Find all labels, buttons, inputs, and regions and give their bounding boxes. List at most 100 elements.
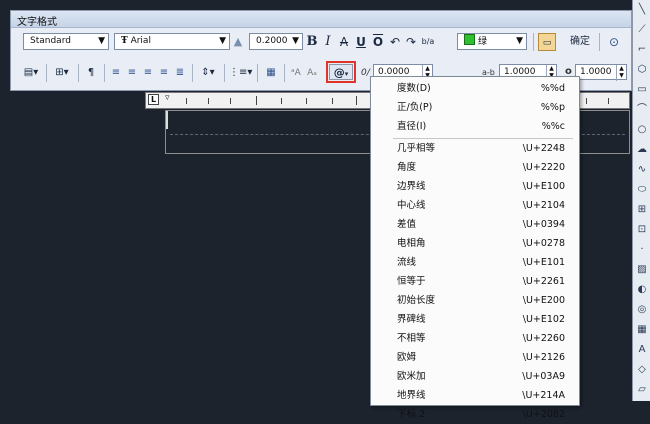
toolbar-divider [224, 64, 225, 82]
menu-item[interactable]: 欧姆 \U+2126 [371, 348, 579, 367]
insert-block-icon[interactable]: ⊞ [636, 204, 648, 216]
panel-titlebar[interactable]: 文字格式 [11, 11, 631, 28]
menu-item[interactable]: 几乎相等 \U+2248 [371, 139, 579, 158]
menu-item[interactable]: 度数(D) %%d [371, 79, 579, 98]
paragraph-icon[interactable]: ¶ [83, 64, 99, 82]
menu-item-code: \U+03A9 [522, 371, 565, 382]
font-value: Arial [130, 36, 151, 46]
insert-field-icon[interactable]: ▦ [263, 64, 279, 82]
menu-item-label: 正/负(P) [397, 102, 433, 113]
underline-button[interactable]: U [354, 33, 368, 51]
columns-button[interactable]: ▤▾ [21, 64, 41, 82]
menu-item[interactable]: 直径(I) %%c [371, 117, 579, 136]
mtext-justify-button[interactable]: ⊞▾ [51, 64, 73, 82]
width-value: 1.0000 [580, 67, 612, 77]
gradient-icon[interactable]: ◐ [636, 284, 648, 296]
font-dropdown[interactable]: Ŧ Arial ▼ [114, 33, 230, 50]
spinner-icon[interactable]: ▲▼ [616, 65, 626, 81]
menu-item[interactable]: 角度 \U+2220 [371, 158, 579, 177]
italic-button[interactable]: I [322, 33, 334, 51]
menu-item-code: \U+2220 [522, 162, 565, 173]
menu-item-code: %%p [540, 102, 565, 113]
polyline-icon[interactable]: ⌐ [636, 44, 648, 56]
undo-button[interactable]: ↶ [388, 33, 402, 51]
tab-type-selector[interactable]: L [148, 94, 159, 105]
menu-item[interactable]: 欧米加 \U+03A9 [371, 367, 579, 386]
menu-item-label: 差值 [397, 219, 417, 230]
menu-item[interactable]: 中心线 \U+2104 [371, 196, 579, 215]
menu-item-code: %%c [541, 121, 565, 132]
annotative-icon[interactable]: ▲ [232, 33, 244, 51]
ruler-tick [356, 96, 357, 105]
ok-button[interactable]: 确定 [566, 33, 594, 51]
menu-item-code: \U+2126 [522, 352, 565, 363]
justify-icon[interactable]: ≡ [157, 64, 171, 82]
menu-item[interactable]: 边界线 \U+E100 [371, 177, 579, 196]
menu-item[interactable]: 电相角 \U+0278 [371, 234, 579, 253]
menu-item[interactable]: 差值 \U+0394 [371, 215, 579, 234]
stack-button[interactable]: b/a [420, 33, 436, 51]
align-center-icon[interactable]: ≡ [125, 64, 139, 82]
redo-button[interactable]: ↷ [404, 33, 418, 51]
uppercase-icon[interactable]: ᵃA [289, 64, 303, 82]
menu-item[interactable]: 界碑线 \U+E102 [371, 310, 579, 329]
style-dropdown[interactable]: Standard ▼ [23, 33, 109, 50]
toolbar-divider [46, 64, 47, 82]
toolbar-divider [284, 64, 285, 82]
indent-marker[interactable]: ▿ [165, 93, 170, 103]
region-icon[interactable]: ◎ [636, 304, 648, 316]
width-factor-field[interactable]: 1.0000 ▲ ▼ [575, 64, 627, 81]
menu-item[interactable]: 恒等于 \U+2261 [371, 272, 579, 291]
distribute-icon[interactable]: ≣ [173, 64, 187, 82]
symbol-button[interactable]: @▾ [329, 64, 353, 80]
rectangle-icon[interactable]: ▭ [636, 84, 648, 96]
draw-toolbar: ╲ ⟋ ⌐ ⬡ ▭ ⌒ ○ ☁ ∿ ⬭ ⊞ ⊡ · ▨ ◐ ◎ ▦ A ◇ ▱ [632, 0, 650, 401]
chevron-down-icon: ▼ [516, 36, 523, 46]
mtext-icon[interactable]: A [636, 344, 648, 356]
spline-icon[interactable]: ∿ [636, 164, 648, 176]
menu-item-label: 初始长度 [397, 295, 436, 306]
chevron-down-icon: ▼ [98, 36, 105, 46]
menu-item-label: 不相等 [397, 333, 426, 344]
ellipse-icon[interactable]: ⬭ [636, 184, 648, 196]
menu-item[interactable]: 流线 \U+E101 [371, 253, 579, 272]
overline-button[interactable]: O [371, 33, 385, 51]
point-icon[interactable]: · [636, 244, 648, 256]
numbering-button[interactable]: ⋮≡▾ [229, 64, 252, 82]
ruler-tick [608, 98, 609, 104]
menu-item[interactable]: 不相等 \U+2260 [371, 329, 579, 348]
circle-icon[interactable]: ○ [636, 124, 648, 136]
chevron-down-icon: ▼ [219, 36, 226, 46]
menu-item-code: \U+2261 [522, 276, 565, 287]
symbol-menu: 度数(D) %%d 正/负(P) %%p 直径(I) %%c 几乎相等 \U+2248 … [370, 76, 580, 420]
options-icon[interactable]: ⊙ [606, 33, 622, 51]
wipeout-icon[interactable]: ▱ [636, 384, 648, 396]
menu-item-label: 几乎相等 [397, 143, 436, 154]
table-icon[interactable]: ▦ [636, 324, 648, 336]
construction-line-icon[interactable]: ⟋ [636, 24, 648, 36]
ruler-icon[interactable]: ▭ [538, 33, 556, 51]
text-height-dropdown[interactable]: 0.2000 ▼ [249, 33, 303, 50]
menu-item[interactable]: 正/负(P) %%p [371, 98, 579, 117]
line-spacing-button[interactable]: ⇕▾ [197, 64, 219, 82]
strikethrough-button[interactable]: A [337, 33, 351, 51]
bold-button[interactable]: B [305, 33, 319, 51]
menu-item-code: \U+E200 [522, 295, 565, 306]
toolbar-row-1: Standard ▼ Ŧ Arial ▼ ▲ 0.2000 ▼ B I A U … [11, 29, 631, 59]
lowercase-icon[interactable]: Aₐ [305, 64, 319, 82]
menu-item[interactable]: 地界线 \U+214A [371, 386, 579, 405]
menu-item-label: 中心线 [397, 200, 426, 211]
line-tool-icon[interactable]: ╲ [636, 4, 648, 16]
make-block-icon[interactable]: ⊡ [636, 224, 648, 236]
polygon-icon[interactable]: ⬡ [636, 64, 648, 76]
add-selected-icon[interactable]: ◇ [636, 364, 648, 376]
color-dropdown[interactable]: 绿 ▼ [457, 33, 527, 50]
align-right-icon[interactable]: ≡ [141, 64, 155, 82]
menu-item-code: \U+E100 [522, 181, 565, 192]
menu-item[interactable]: 初始长度 \U+E200 [371, 291, 579, 310]
arc-icon[interactable]: ⌒ [636, 104, 648, 116]
revcloud-icon[interactable]: ☁ [636, 144, 648, 156]
hatch-icon[interactable]: ▨ [636, 264, 648, 276]
align-left-icon[interactable]: ≡ [109, 64, 123, 82]
menu-item[interactable]: 下标 2 \U+2082 [371, 405, 579, 424]
